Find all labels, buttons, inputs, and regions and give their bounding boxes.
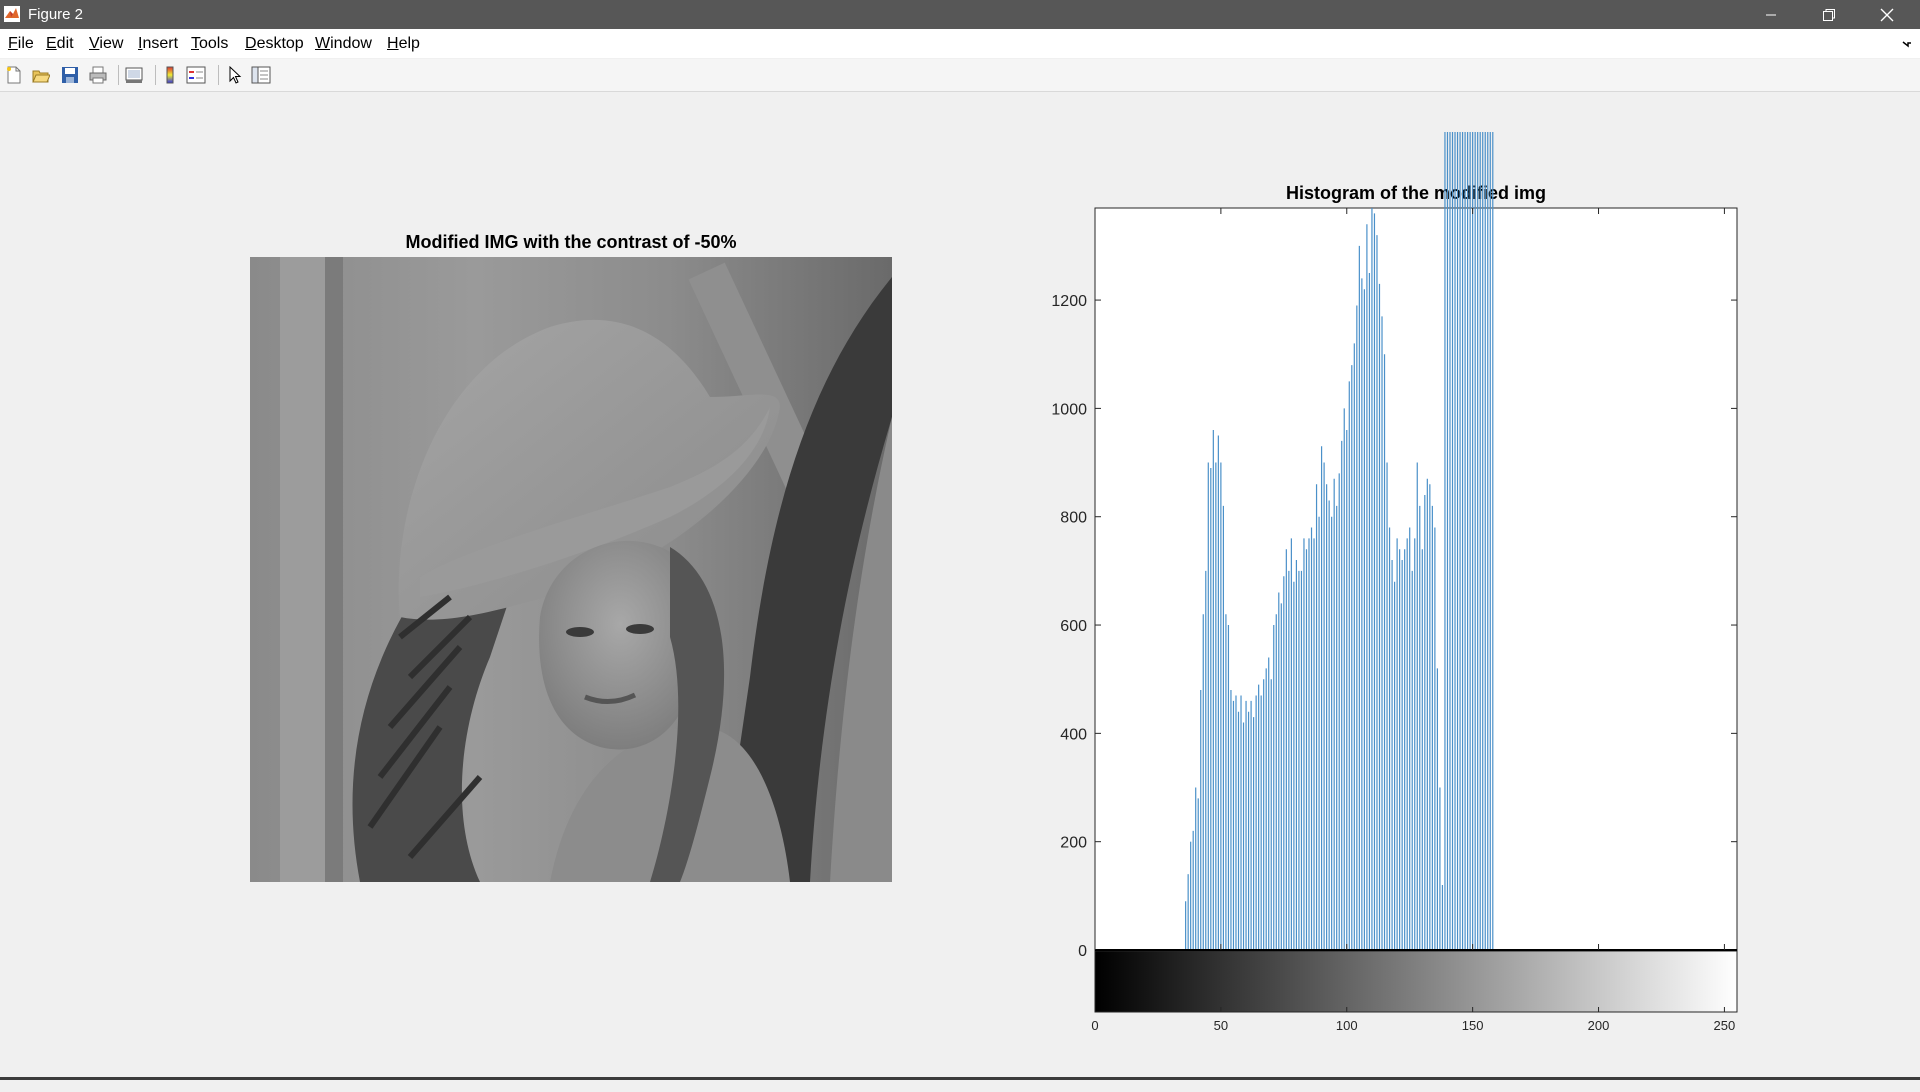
new-figure-icon[interactable] — [3, 64, 25, 86]
menu-help[interactable]: Help — [387, 35, 420, 53]
y-tick-label: 200 — [1060, 835, 1087, 852]
minimize-button[interactable] — [1742, 0, 1800, 29]
save-icon[interactable] — [59, 64, 81, 86]
image-axes[interactable] — [250, 257, 892, 882]
print-icon[interactable] — [87, 64, 109, 86]
insert-legend-icon[interactable] — [185, 64, 207, 86]
histogram-title: Histogram of the modified img — [1286, 183, 1546, 203]
window-titlebar: Figure 2 — [0, 0, 1920, 29]
toolbar-separator — [118, 65, 119, 85]
histogram-chart[interactable]: Histogram of the modified img 0 200 400 600… — [1030, 132, 1760, 1092]
x-tick-label: 200 — [1588, 1018, 1610, 1033]
menu-window[interactable]: Window — [315, 35, 372, 53]
figure-canvas[interactable]: Modified IMG with the contrast of -50% H… — [0, 92, 1920, 1077]
y-tick-label: 1000 — [1051, 401, 1087, 418]
x-tick-label: 150 — [1462, 1018, 1484, 1033]
open-file-icon[interactable] — [30, 64, 52, 86]
close-button[interactable] — [1858, 0, 1916, 29]
x-tick-label: 50 — [1214, 1018, 1228, 1033]
y-tick-label: 800 — [1060, 510, 1087, 527]
toolbar-separator — [155, 65, 156, 85]
dock-arrow-icon[interactable] — [1902, 38, 1912, 52]
y-tick-label: 400 — [1060, 726, 1087, 743]
y-tick-label: 1200 — [1051, 293, 1087, 310]
insert-colorbar-icon[interactable] — [159, 64, 181, 86]
plot-area — [1094, 207, 1738, 951]
x-tick-label: 100 — [1336, 1018, 1358, 1033]
matlab-logo-icon — [4, 6, 20, 22]
menu-bar: File Edit View Insert Tools Desktop Wind… — [0, 29, 1920, 58]
menu-insert[interactable]: Insert — [138, 35, 178, 53]
close-icon — [1880, 8, 1894, 21]
figure-toolbar — [0, 59, 1920, 92]
y-tick-label: 0 — [1078, 943, 1087, 960]
x-tick-label: 0 — [1091, 1018, 1098, 1033]
window-title: Figure 2 — [28, 6, 84, 23]
menu-tools[interactable]: Tools — [191, 35, 228, 53]
image-title: Modified IMG with the contrast of -50% — [405, 232, 737, 252]
grayscale-portrait-image — [250, 257, 892, 882]
menu-file[interactable]: File — [8, 35, 34, 53]
menu-desktop[interactable]: Desktop — [245, 35, 304, 53]
grayscale-colorbar — [1094, 950, 1738, 1013]
minimize-icon — [1766, 14, 1776, 15]
toolbar-separator — [218, 65, 219, 85]
y-tick-label: 600 — [1060, 618, 1087, 635]
restore-button[interactable] — [1800, 0, 1858, 29]
link-plot-icon[interactable] — [123, 64, 145, 86]
menu-view[interactable]: View — [89, 35, 123, 53]
x-tick-label: 250 — [1714, 1018, 1736, 1033]
menu-edit[interactable]: Edit — [46, 35, 74, 53]
property-inspector-icon[interactable] — [250, 64, 272, 86]
restore-icon — [1823, 8, 1835, 21]
edit-plot-icon[interactable] — [224, 64, 246, 86]
